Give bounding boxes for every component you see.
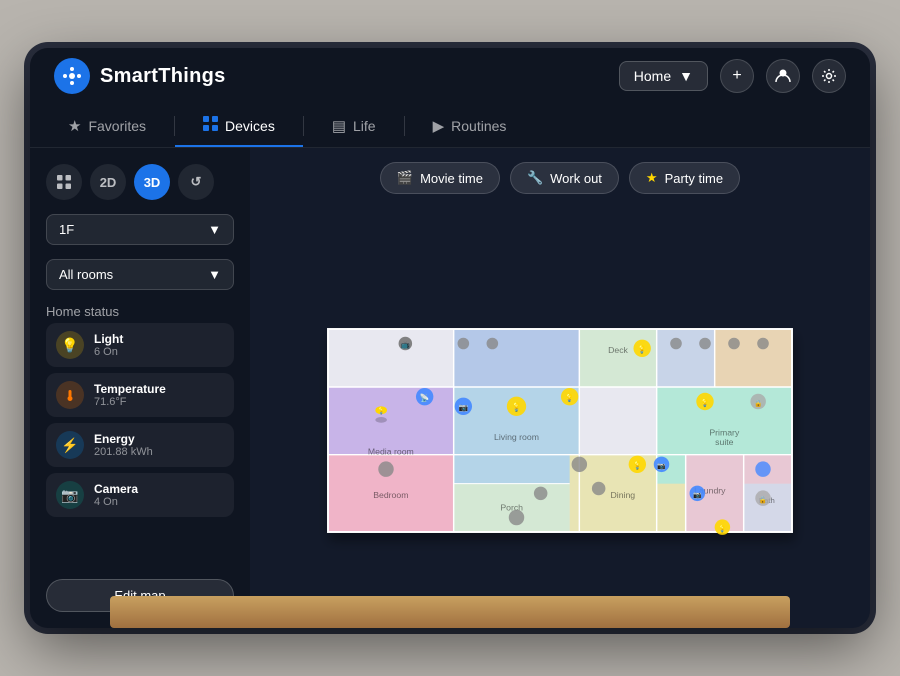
3d-view-button[interactable]: 3D [134,164,170,200]
temperature-status-icon [56,381,84,409]
scene-buttons: 🎬 Movie time 🔧 Work out ★ Party time [250,148,870,204]
tab-life[interactable]: ▤ Life [304,104,404,147]
main-content: 2D 3D ↺ 1F ▼ All rooms ▼ Home [30,148,870,628]
life-icon: ▤ [332,117,346,135]
status-items-list: 💡 Light 6 On [46,323,234,517]
energy-status-icon: ⚡ [56,431,84,459]
tv-stand [110,596,790,628]
routines-icon: ▶ [433,117,445,135]
history-view-button[interactable]: ↺ [178,164,214,200]
floor-plan-container: Media room Living room Bedroom Porch Din… [250,204,870,628]
status-item-camera[interactable]: 📷 Camera 4 On [46,473,234,517]
top-bar: SmartThings Home ▼ + [30,48,870,104]
floor-chevron-icon: ▼ [208,222,221,237]
tab-favorites-label: Favorites [88,118,146,134]
temp-status-info: Temperature 71.6°F [94,382,166,408]
svg-text:💡: 💡 [633,460,643,470]
room-chevron-icon: ▼ [208,267,221,282]
movie-icon: 🎬 [397,170,413,186]
floor-selector[interactable]: 1F ▼ [46,214,234,245]
light-status-info: Light 6 On [94,332,123,358]
svg-text:💡: 💡 [511,402,522,412]
home-chevron-icon: ▼ [679,68,693,84]
top-controls: Home ▼ + [619,59,846,93]
svg-text:💡: 💡 [565,393,575,403]
scene-party-button[interactable]: ★ Party time [629,162,740,194]
svg-text:Bedroom: Bedroom [373,490,408,500]
energy-status-info: Energy 201.88 kWh [94,432,153,458]
svg-text:🔒: 🔒 [759,496,767,504]
favorites-icon: ★ [68,117,81,135]
floor-plan-svg: Media room Living room Bedroom Porch Din… [270,236,850,596]
camera-status-icon: 📷 [56,481,84,509]
smartthings-logo-icon [54,58,90,94]
scene-workout-button[interactable]: 🔧 Work out [510,162,619,194]
svg-text:suite: suite [715,437,734,447]
add-button[interactable]: + [720,59,754,93]
tab-devices[interactable]: Devices [175,104,303,147]
scene-movie-button[interactable]: 🎬 Movie time [380,162,500,194]
room-selector[interactable]: All rooms ▼ [46,259,234,290]
party-icon: ★ [646,170,658,186]
room-value: All rooms [59,267,113,282]
movie-label: Movie time [420,171,483,186]
svg-text:💡: 💡 [377,406,385,415]
nav-tabs: ★ Favorites Devices ▤ Life ▶ Routines [30,104,870,148]
home-selector[interactable]: Home ▼ [619,61,708,91]
camera-name: Camera [94,482,138,496]
tab-routines-label: Routines [451,118,506,134]
grid-view-button[interactable] [46,164,82,200]
svg-text:Deck: Deck [608,345,628,355]
settings-button[interactable] [812,59,846,93]
history-icon: ↺ [191,174,202,190]
svg-text:Living room: Living room [494,432,539,442]
svg-text:💡: 💡 [637,344,647,354]
energy-name: Energy [94,432,153,446]
tv-frame: SmartThings Home ▼ + [30,48,870,628]
tab-routines[interactable]: ▶ Routines [405,104,535,147]
tab-devices-label: Devices [225,118,275,134]
logo-area: SmartThings [54,58,619,94]
tab-favorites[interactable]: ★ Favorites [40,104,174,147]
temp-name: Temperature [94,382,166,396]
home-status-label: Home status [46,304,234,319]
svg-text:📺: 📺 [401,340,411,349]
light-status-icon: 💡 [56,331,84,359]
status-item-temperature[interactable]: Temperature 71.6°F [46,373,234,417]
workout-label: Work out [550,171,602,186]
light-name: Light [94,332,123,346]
workout-icon: 🔧 [527,170,543,186]
status-item-light[interactable]: 💡 Light 6 On [46,323,234,367]
floor-value: 1F [59,222,74,237]
app-name: SmartThings [100,65,226,88]
home-status-section: Home status 💡 Light 6 On [46,304,234,517]
svg-text:📡: 📡 [420,393,430,403]
profile-button[interactable] [766,59,800,93]
svg-text:📷: 📷 [657,463,666,470]
temp-value: 71.6°F [94,396,166,408]
camera-value: 4 On [94,496,138,508]
view-controls: 2D 3D ↺ [46,164,234,200]
svg-text:Primary: Primary [709,427,740,437]
energy-value: 201.88 kWh [94,446,153,458]
sidebar: 2D 3D ↺ 1F ▼ All rooms ▼ Home [30,148,250,628]
svg-text:💡: 💡 [718,524,726,533]
svg-text:Dining: Dining [611,490,636,500]
tab-life-label: Life [353,118,376,134]
svg-text:💡: 💡 [700,397,710,407]
home-label: Home [634,68,671,84]
map-area: 🎬 Movie time 🔧 Work out ★ Party time [250,148,870,628]
2d-view-button[interactable]: 2D [90,164,126,200]
svg-text:Media room: Media room [368,447,414,457]
camera-status-info: Camera 4 On [94,482,138,508]
party-label: Party time [665,171,724,186]
svg-text:📷: 📷 [459,403,469,412]
status-item-energy[interactable]: ⚡ Energy 201.88 kWh [46,423,234,467]
svg-text:🔒: 🔒 [754,399,762,407]
svg-text:📷: 📷 [693,492,702,499]
light-value: 6 On [94,346,123,358]
devices-icon [203,116,218,135]
